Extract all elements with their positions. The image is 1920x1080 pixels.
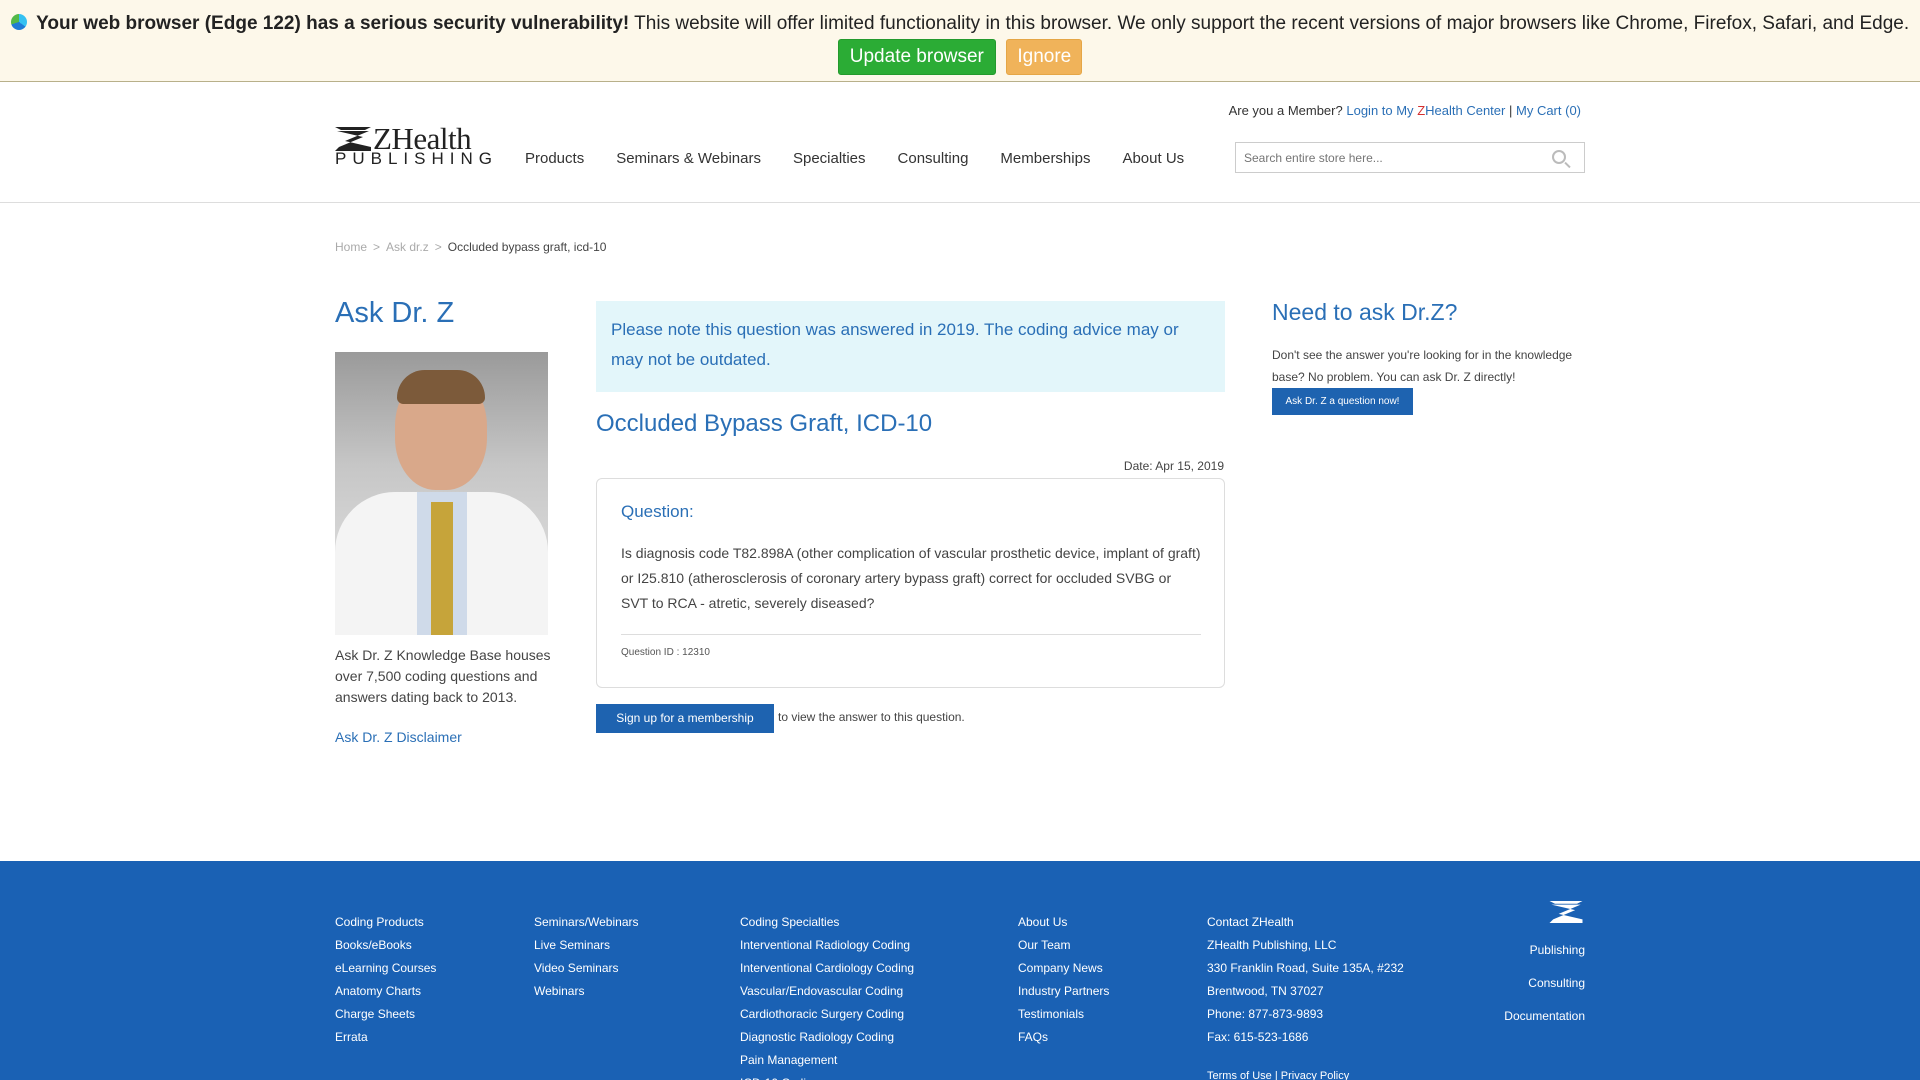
footer-link[interactable]: Seminars/Webinars: [534, 911, 638, 934]
nav-consulting[interactable]: Consulting: [898, 150, 969, 167]
terms-link[interactable]: Terms of Use: [1207, 1070, 1272, 1080]
footer-publishing-link[interactable]: Publishing: [1504, 934, 1585, 967]
footer-link[interactable]: eLearning Courses: [335, 957, 436, 980]
footer-link[interactable]: FAQs: [1018, 1026, 1109, 1049]
site-header: ZHealth PUBLISHING Products Seminars & W…: [0, 83, 1920, 203]
search-icon[interactable]: [1552, 150, 1566, 164]
question-divider: [621, 634, 1201, 635]
footer-text: 330 Franklin Road, Suite 135A, #232: [1207, 961, 1404, 975]
search-box: [1235, 142, 1585, 173]
member-bar: Are you a Member? Login to My ZHealth Ce…: [1229, 103, 1581, 118]
footer-text: Phone: 877-873-9893: [1207, 1007, 1324, 1021]
nav-about-us[interactable]: About Us: [1122, 150, 1184, 167]
ask-dr-z-title: Ask Dr. Z: [335, 297, 455, 329]
main-nav: Products Seminars & Webinars Specialties…: [525, 150, 1216, 167]
warning-bold: Your web browser (Edge 122) has a seriou…: [36, 13, 630, 34]
warning-message: Your web browser (Edge 122) has a seriou…: [0, 13, 1920, 35]
nav-specialties[interactable]: Specialties: [793, 150, 866, 167]
footer-link[interactable]: Books/eBooks: [335, 934, 436, 957]
footer-link[interactable]: Webinars: [534, 980, 638, 1003]
logo-subtitle: PUBLISHING: [335, 149, 498, 168]
signup-membership-button[interactable]: Sign up for a membership: [596, 704, 774, 733]
footer-col-products: Coding Products Books/eBooks eLearning C…: [335, 911, 436, 1049]
browser-warning-banner: Your web browser (Edge 122) has a seriou…: [0, 0, 1920, 82]
signup-after-text: to view the answer to this question.: [778, 710, 965, 724]
footer-link[interactable]: Interventional Cardiology Coding: [740, 957, 914, 980]
disclaimer-link[interactable]: Ask Dr. Z Disclaimer: [335, 729, 462, 745]
question-text: Is diagnosis code T82.898A (other compli…: [621, 545, 1201, 611]
search-input[interactable]: [1236, 143, 1536, 172]
edge-browser-icon: [10, 14, 27, 30]
footer-link[interactable]: Coding Specialties: [740, 911, 914, 934]
member-prompt: Are you a Member?: [1228, 103, 1343, 118]
footer-link[interactable]: Our Team: [1018, 934, 1109, 957]
footer-col-contact: Contact ZHealth ZHealth Publishing, LLC …: [1207, 911, 1404, 1049]
question-date: Date: Apr 15, 2019: [1123, 459, 1224, 473]
cart-link[interactable]: My Cart (0): [1516, 103, 1581, 118]
footer-link[interactable]: Cardiothoracic Surgery Coding: [740, 1003, 914, 1026]
zhealth-footer-logo-icon: [1549, 901, 1583, 923]
footer-link[interactable]: About Us: [1018, 911, 1109, 934]
member-divider: |: [1508, 103, 1513, 118]
ignore-button[interactable]: Ignore: [1006, 39, 1083, 75]
footer-link[interactable]: Testimonials: [1018, 1003, 1109, 1026]
zhealth-logo[interactable]: ZHealth PUBLISHING: [335, 121, 498, 168]
footer-text: Brentwood, TN 37027: [1207, 984, 1324, 998]
footer-link[interactable]: Video Seminars: [534, 957, 638, 980]
nav-products[interactable]: Products: [525, 150, 584, 167]
update-browser-button[interactable]: Update browser: [837, 39, 996, 75]
footer-col-brands: Publishing Consulting Documentation: [1504, 901, 1585, 1033]
footer-link[interactable]: Errata: [335, 1026, 436, 1049]
footer-documentation-link[interactable]: Documentation: [1504, 1000, 1585, 1033]
footer-link[interactable]: Coding Products: [335, 911, 436, 934]
footer-link[interactable]: Vascular/Endovascular Coding: [740, 980, 914, 1003]
nav-seminars-webinars[interactable]: Seminars & Webinars: [616, 150, 761, 167]
footer-col-about: About Us Our Team Company News Industry …: [1018, 911, 1109, 1049]
ask-question-button[interactable]: Ask Dr. Z a question now!: [1272, 388, 1413, 415]
privacy-link[interactable]: Privacy Policy: [1281, 1070, 1349, 1080]
footer-link[interactable]: Anatomy Charts: [335, 980, 436, 1003]
footer-text: ZHealth Publishing, LLC: [1207, 938, 1337, 952]
footer-col-specialties: Coding Specialties Interventional Radiol…: [740, 911, 914, 1080]
footer-link[interactable]: Company News: [1018, 957, 1109, 980]
footer-link[interactable]: ICD-10 Coding: [740, 1072, 914, 1080]
footer-link[interactable]: Pain Management: [740, 1049, 914, 1072]
breadcrumb-ask[interactable]: Ask dr.z: [386, 240, 429, 254]
breadcrumb: Home > Ask dr.z > Occluded bypass graft, icd…: [335, 240, 607, 254]
nav-memberships[interactable]: Memberships: [1000, 150, 1090, 167]
doctor-photo: [335, 352, 548, 635]
question-card: Question: Is diagnosis code T82.898A (ot…: [596, 478, 1225, 688]
footer-text: Fax: 615-523-1686: [1207, 1030, 1309, 1044]
zhealth-logo-icon: [335, 127, 371, 151]
outdated-notice: Please note this question was answered i…: [596, 301, 1225, 392]
question-title: Occluded Bypass Graft, ICD-10: [596, 410, 933, 437]
login-link[interactable]: Login to My ZHealth Center: [1346, 103, 1505, 118]
question-label: Question:: [621, 502, 694, 521]
footer-col-seminars: Seminars/Webinars Live Seminars Video Se…: [534, 911, 638, 1003]
breadcrumb-home[interactable]: Home: [335, 240, 367, 254]
site-footer: Coding Products Books/eBooks eLearning C…: [0, 861, 1920, 1080]
need-to-ask-text: Don't see the answer you're looking for …: [1272, 348, 1573, 384]
footer-link[interactable]: Diagnostic Radiology Coding: [740, 1026, 914, 1049]
footer-link[interactable]: Live Seminars: [534, 934, 638, 957]
footer-link[interactable]: Charge Sheets: [335, 1003, 436, 1026]
breadcrumb-current: Occluded bypass graft, icd-10: [447, 240, 607, 254]
footer-consulting-link[interactable]: Consulting: [1504, 967, 1585, 1000]
need-to-ask-title: Need to ask Dr.Z?: [1272, 299, 1458, 325]
footer-link[interactable]: Industry Partners: [1018, 980, 1109, 1003]
knowledge-base-description: Ask Dr. Z Knowledge Base houses over 7,5…: [335, 647, 551, 705]
footer-link[interactable]: Contact ZHealth: [1207, 911, 1404, 934]
footer-link[interactable]: Interventional Radiology Coding: [740, 934, 914, 957]
warning-text: This website will offer limited function…: [634, 13, 1910, 34]
question-id: Question ID : 12310: [621, 647, 710, 658]
footer-legal: Terms of Use | Privacy Policy: [1207, 1070, 1350, 1080]
